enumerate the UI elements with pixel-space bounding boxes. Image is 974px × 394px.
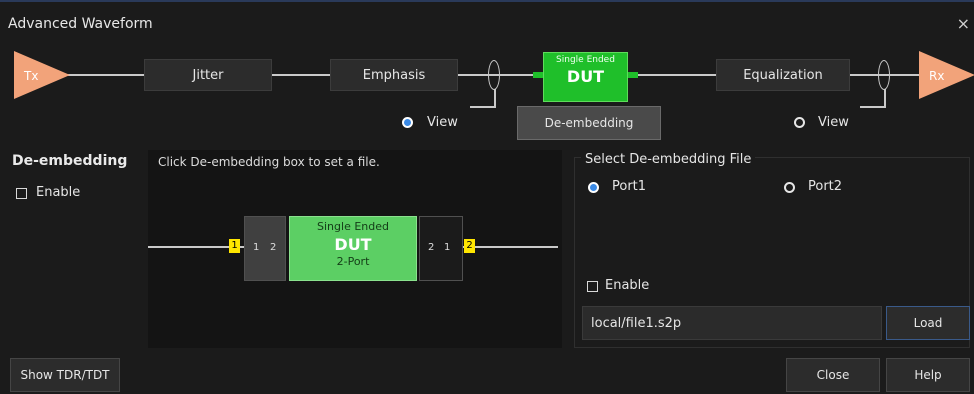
de-embedding-enable-label: Enable (36, 185, 81, 200)
dut-2port-small: Single Ended (317, 220, 389, 233)
diagram-line-right (462, 246, 558, 248)
port2-radio[interactable] (784, 182, 795, 193)
dut-left-connector (533, 72, 543, 78)
view-right-radio[interactable] (794, 117, 805, 128)
dut-small-label: Single Ended (556, 55, 615, 65)
left-port-tag: 1 (229, 239, 240, 253)
file-enable-checkbox[interactable] (587, 281, 598, 292)
right-port-tag: 2 (464, 239, 475, 253)
view-left-label: View (427, 115, 458, 130)
view-left-radio[interactable] (402, 117, 413, 128)
file-enable-label: Enable (605, 278, 650, 293)
dut-2port-big: DUT (334, 235, 372, 254)
de-embedding-title: De-embedding (12, 153, 128, 169)
tx-label: Tx (24, 69, 39, 83)
right-fixture-box[interactable]: 2 1 (419, 216, 463, 281)
probe-right-lead-h (860, 106, 886, 108)
probe-left-icon (488, 60, 500, 90)
rx-label: Rx (929, 69, 945, 83)
de-embedding-button[interactable]: De-embedding (517, 106, 661, 140)
view-right-label: View (818, 115, 849, 130)
rx-triangle-icon[interactable] (919, 51, 974, 99)
port2-label: Port2 (808, 179, 843, 194)
emphasis-block[interactable]: Emphasis (330, 59, 458, 91)
right-fixture-port2: 2 (428, 242, 435, 253)
port1-label: Port1 (612, 179, 647, 194)
dut-right-connector (628, 72, 638, 78)
close-icon[interactable]: × (957, 14, 970, 33)
load-button[interactable]: Load (886, 306, 970, 340)
advanced-waveform-window: Advanced Waveform × Tx Rx Jitter Emphasi… (0, 0, 974, 394)
probe-right-lead (884, 89, 886, 107)
file-path-input[interactable]: local/file1.s2p (582, 306, 882, 340)
probe-right-icon (878, 60, 890, 90)
de-embedding-hint: Click De-embedding box to set a file. (158, 155, 380, 169)
left-fixture-port1: 1 (253, 242, 260, 253)
help-button[interactable]: Help (886, 358, 970, 392)
tx-triangle-icon[interactable] (14, 51, 70, 99)
dut-2port-block[interactable]: Single Ended DUT 2-Port (289, 216, 417, 281)
port1-radio[interactable] (588, 182, 599, 193)
file-select-title: Select De-embedding File (581, 152, 756, 167)
left-fixture-port2: 2 (270, 242, 277, 253)
probe-left-lead-h (470, 106, 496, 108)
de-embedding-enable-checkbox[interactable] (16, 188, 27, 199)
show-tdr-tdt-button[interactable]: Show TDR/TDT (10, 358, 120, 392)
right-fixture-port1: 1 (444, 242, 451, 253)
close-button[interactable]: Close (786, 358, 880, 392)
dut-big-label: DUT (566, 67, 605, 86)
probe-left-lead (494, 89, 496, 107)
window-title: Advanced Waveform (8, 16, 153, 32)
equalization-block[interactable]: Equalization (716, 59, 850, 91)
jitter-block[interactable]: Jitter (144, 59, 272, 91)
left-fixture-box[interactable]: 1 2 (244, 216, 286, 281)
dut-2port-sub: 2-Port (336, 255, 370, 268)
dut-block[interactable]: Single Ended DUT (543, 52, 628, 102)
